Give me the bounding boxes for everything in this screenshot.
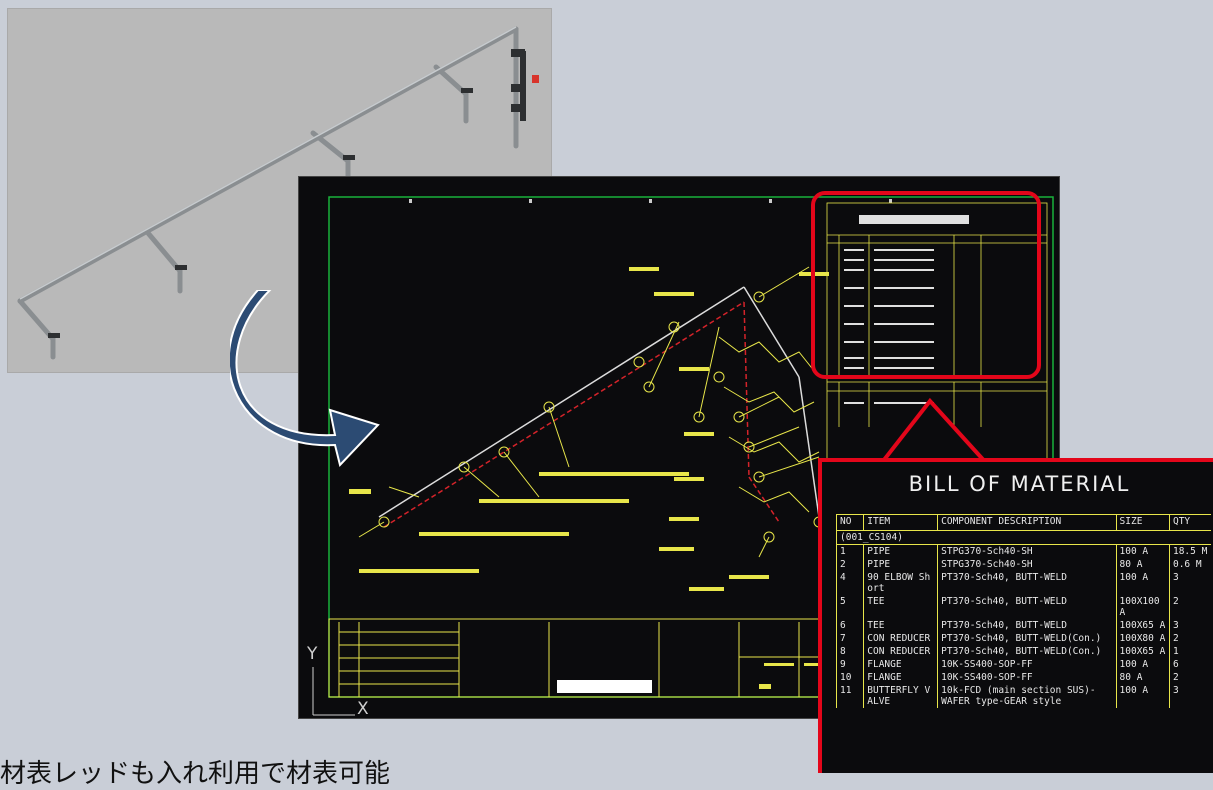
cell-item: BUTTERFLY V ALVE bbox=[863, 684, 938, 708]
cell-size: 100X80 A bbox=[1115, 632, 1170, 645]
cell-qty: 3 bbox=[1168, 571, 1211, 595]
cell-no: 9 bbox=[835, 658, 864, 671]
cell-no: 6 bbox=[835, 619, 864, 632]
header-size: SIZE bbox=[1115, 514, 1170, 531]
cell-item: PIPE bbox=[863, 558, 938, 571]
table-row: 4 90 ELBOW Sh ort PT370-Sch40, BUTT-WELD… bbox=[835, 571, 1211, 595]
cell-description: 10k-FCD (main section SUS)-WAFER type-GE… bbox=[937, 684, 1117, 708]
svg-text:X: X bbox=[357, 699, 369, 719]
cell-qty: 18.5 M bbox=[1168, 544, 1211, 558]
table-row: 11 BUTTERFLY V ALVE 10k-FCD (main sectio… bbox=[835, 684, 1211, 708]
cell-item: FLANGE bbox=[863, 671, 938, 684]
bom-zoom-panel: BILL OF MATERIAL NO ITEM COMPONENT DESCR… bbox=[818, 458, 1213, 773]
cell-description: 10K-SS400-SOP-FF bbox=[937, 671, 1117, 684]
header-item: ITEM bbox=[863, 514, 938, 531]
table-row: 6 TEE PT370-Sch40, BUTT-WELD 100X65 A 3 bbox=[835, 619, 1211, 632]
bom-header-row: NO ITEM COMPONENT DESCRIPTION SIZE QTY bbox=[835, 514, 1211, 531]
table-row: 2 PIPE STPG370-Sch40-SH 80 A 0.6 M bbox=[835, 558, 1211, 571]
cell-description: PT370-Sch40, BUTT-WELD(Con.) bbox=[937, 645, 1117, 658]
bom-group-label: (001_CS104) bbox=[836, 530, 1211, 545]
cell-item: FLANGE bbox=[863, 658, 938, 671]
cell-description: 10K-SS400-SOP-FF bbox=[937, 658, 1117, 671]
cell-no: 11 bbox=[835, 684, 864, 708]
cell-description: STPG370-Sch40-SH bbox=[937, 558, 1117, 571]
cell-size: 100 A bbox=[1115, 571, 1170, 595]
cell-size: 100 A bbox=[1115, 684, 1170, 708]
cell-size: 100X65 A bbox=[1115, 645, 1170, 658]
cell-size: 80 A bbox=[1115, 558, 1170, 571]
table-row: 7 CON REDUCER PT370-Sch40, BUTT-WELD(Con… bbox=[835, 632, 1211, 645]
table-row: 1 PIPE STPG370-Sch40-SH 100 A 18.5 M bbox=[835, 544, 1211, 558]
svg-text:Y: Y bbox=[306, 644, 318, 664]
cell-size: 100X100 A bbox=[1115, 595, 1170, 619]
cell-qty: 2 bbox=[1168, 595, 1211, 619]
cell-no: 10 bbox=[835, 671, 864, 684]
table-row: 5 TEE PT370-Sch40, BUTT-WELD 100X100 A 2 bbox=[835, 595, 1211, 619]
bottom-caption: 材表レッドも入れ利用で材表可能 bbox=[0, 759, 391, 789]
cell-no: 7 bbox=[835, 632, 864, 645]
cell-item: CON REDUCER bbox=[863, 632, 938, 645]
cell-item: PIPE bbox=[863, 544, 938, 558]
cell-no: 5 bbox=[835, 595, 864, 619]
cell-size: 80 A bbox=[1115, 671, 1170, 684]
cell-qty: 1 bbox=[1168, 645, 1211, 658]
cell-qty: 3 bbox=[1168, 619, 1211, 632]
cell-no: 8 bbox=[835, 645, 864, 658]
cell-size: 100 A bbox=[1115, 658, 1170, 671]
flow-arrow-icon bbox=[230, 290, 380, 468]
cell-item: TEE bbox=[863, 595, 938, 619]
cell-item: TEE bbox=[863, 619, 938, 632]
table-row: 10 FLANGE 10K-SS400-SOP-FF 80 A 2 bbox=[835, 671, 1211, 684]
cell-description: PT370-Sch40, BUTT-WELD bbox=[937, 571, 1117, 595]
cell-description: PT370-Sch40, BUTT-WELD(Con.) bbox=[937, 632, 1117, 645]
cell-qty: 6 bbox=[1168, 658, 1211, 671]
header-description: COMPONENT DESCRIPTION bbox=[937, 514, 1117, 531]
cell-description: PT370-Sch40, BUTT-WELD bbox=[937, 619, 1117, 632]
cell-size: 100 A bbox=[1115, 544, 1170, 558]
cell-no: 2 bbox=[835, 558, 864, 571]
cell-description: PT370-Sch40, BUTT-WELD bbox=[937, 595, 1117, 619]
cell-description: STPG370-Sch40-SH bbox=[937, 544, 1117, 558]
bom-group-row: (001_CS104) bbox=[836, 530, 1211, 545]
header-qty: QTY bbox=[1168, 514, 1211, 531]
bom-highlight-frame bbox=[811, 191, 1041, 379]
cell-qty: 0.6 M bbox=[1168, 558, 1211, 571]
cell-qty: 2 bbox=[1168, 671, 1211, 684]
cell-qty: 2 bbox=[1168, 632, 1211, 645]
cell-size: 100X65 A bbox=[1115, 619, 1170, 632]
bom-title: BILL OF MATERIAL bbox=[908, 472, 1131, 496]
cell-no: 1 bbox=[835, 544, 864, 558]
cell-item: 90 ELBOW Sh ort bbox=[863, 571, 938, 595]
cell-qty: 3 bbox=[1168, 684, 1211, 708]
cell-no: 4 bbox=[835, 571, 864, 595]
bom-table: NO ITEM COMPONENT DESCRIPTION SIZE QTY (… bbox=[835, 514, 1211, 708]
header-no: NO bbox=[835, 514, 864, 531]
table-row: 8 CON REDUCER PT370-Sch40, BUTT-WELD(Con… bbox=[835, 645, 1211, 658]
cell-item: CON REDUCER bbox=[863, 645, 938, 658]
table-row: 9 FLANGE 10K-SS400-SOP-FF 100 A 6 bbox=[835, 658, 1211, 671]
